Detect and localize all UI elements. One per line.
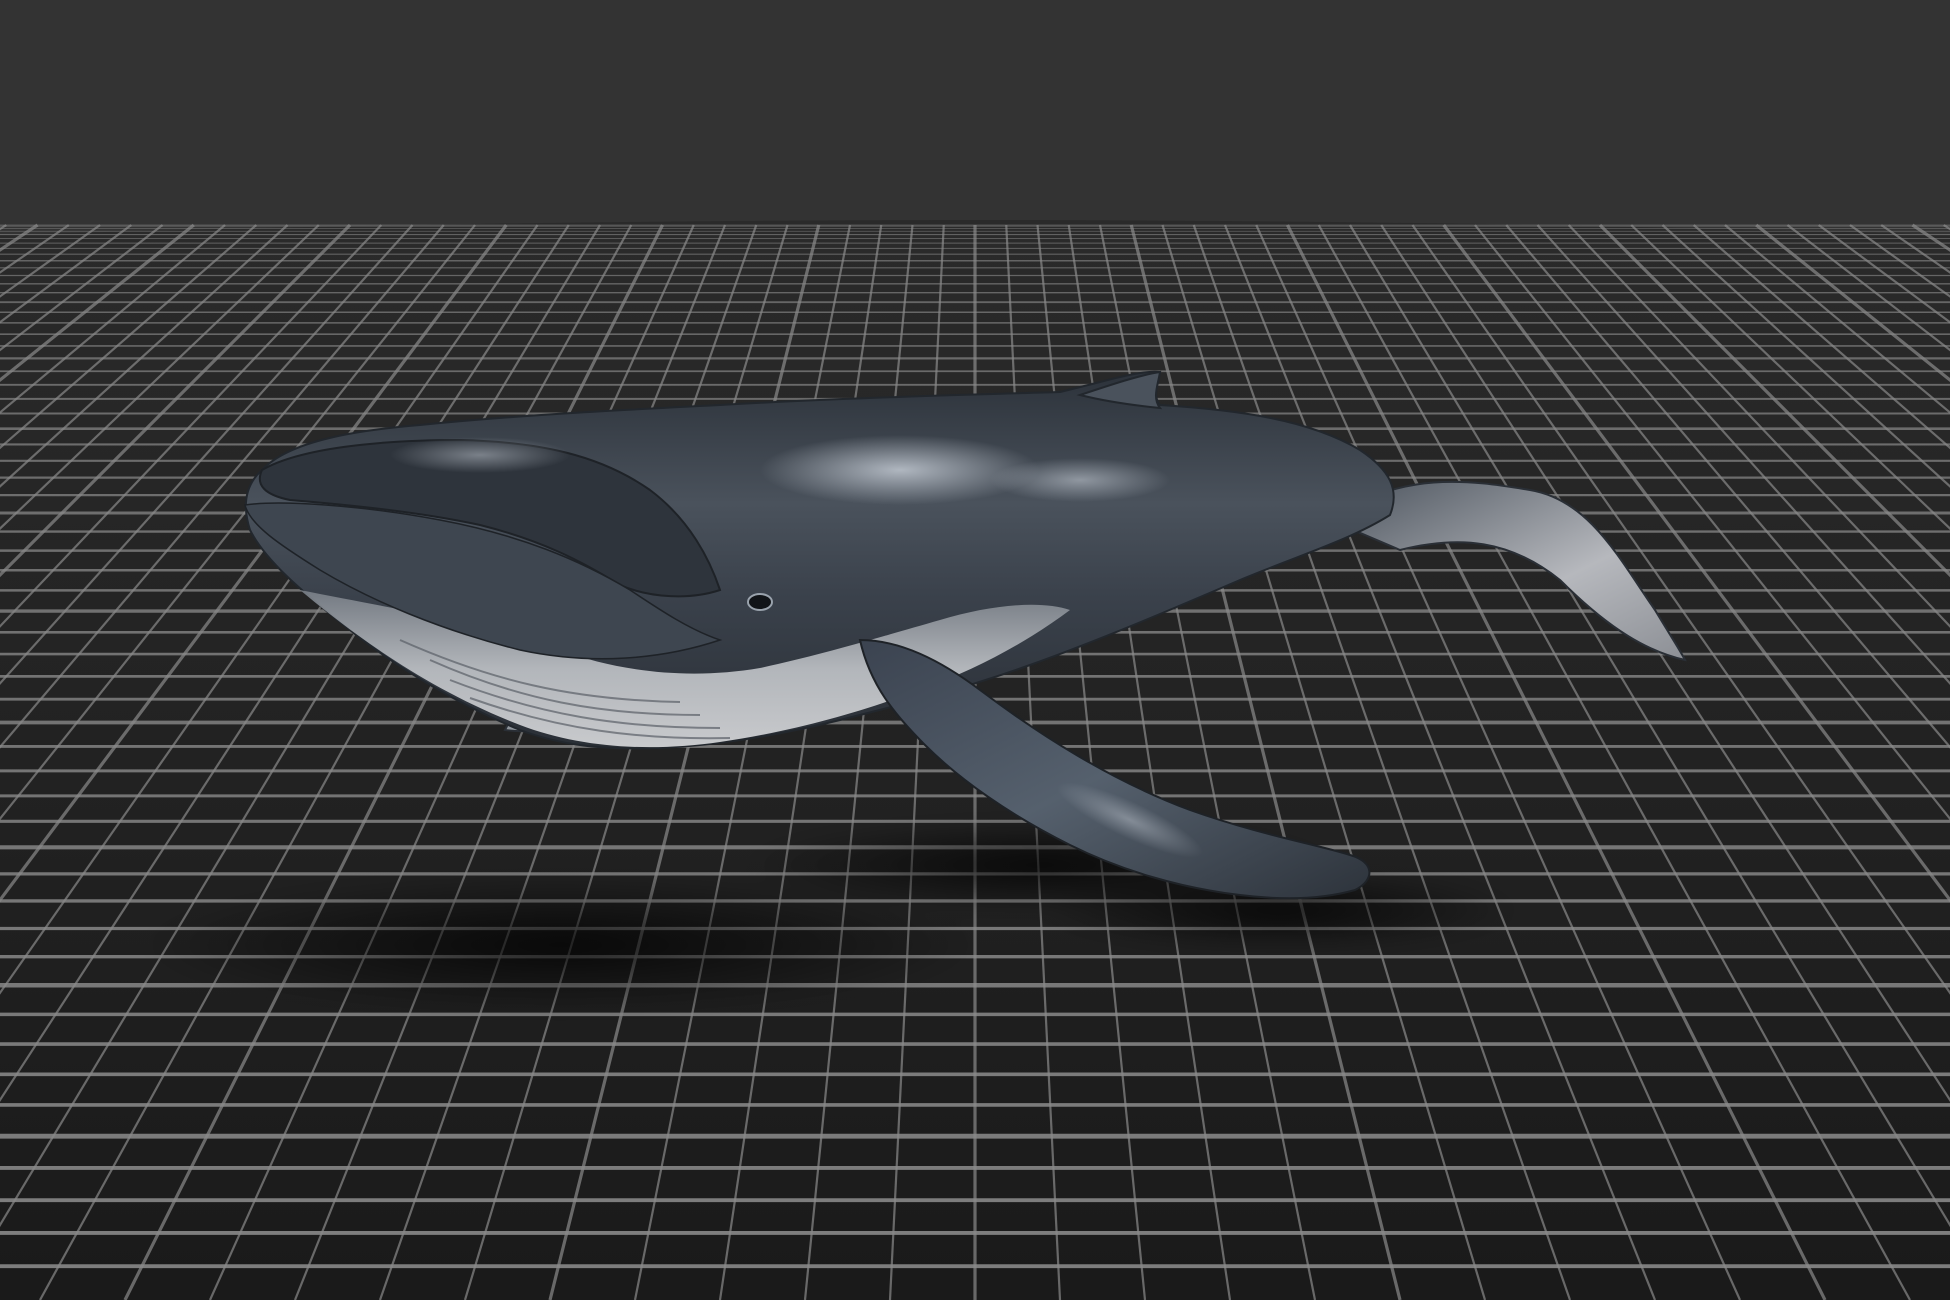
viewport-scene[interactable] xyxy=(0,0,1950,1300)
flank-highlight xyxy=(990,458,1170,502)
3d-viewport[interactable] xyxy=(0,0,1950,1300)
head-highlight xyxy=(390,437,570,473)
body-highlight xyxy=(760,435,1040,505)
eye xyxy=(747,593,773,611)
